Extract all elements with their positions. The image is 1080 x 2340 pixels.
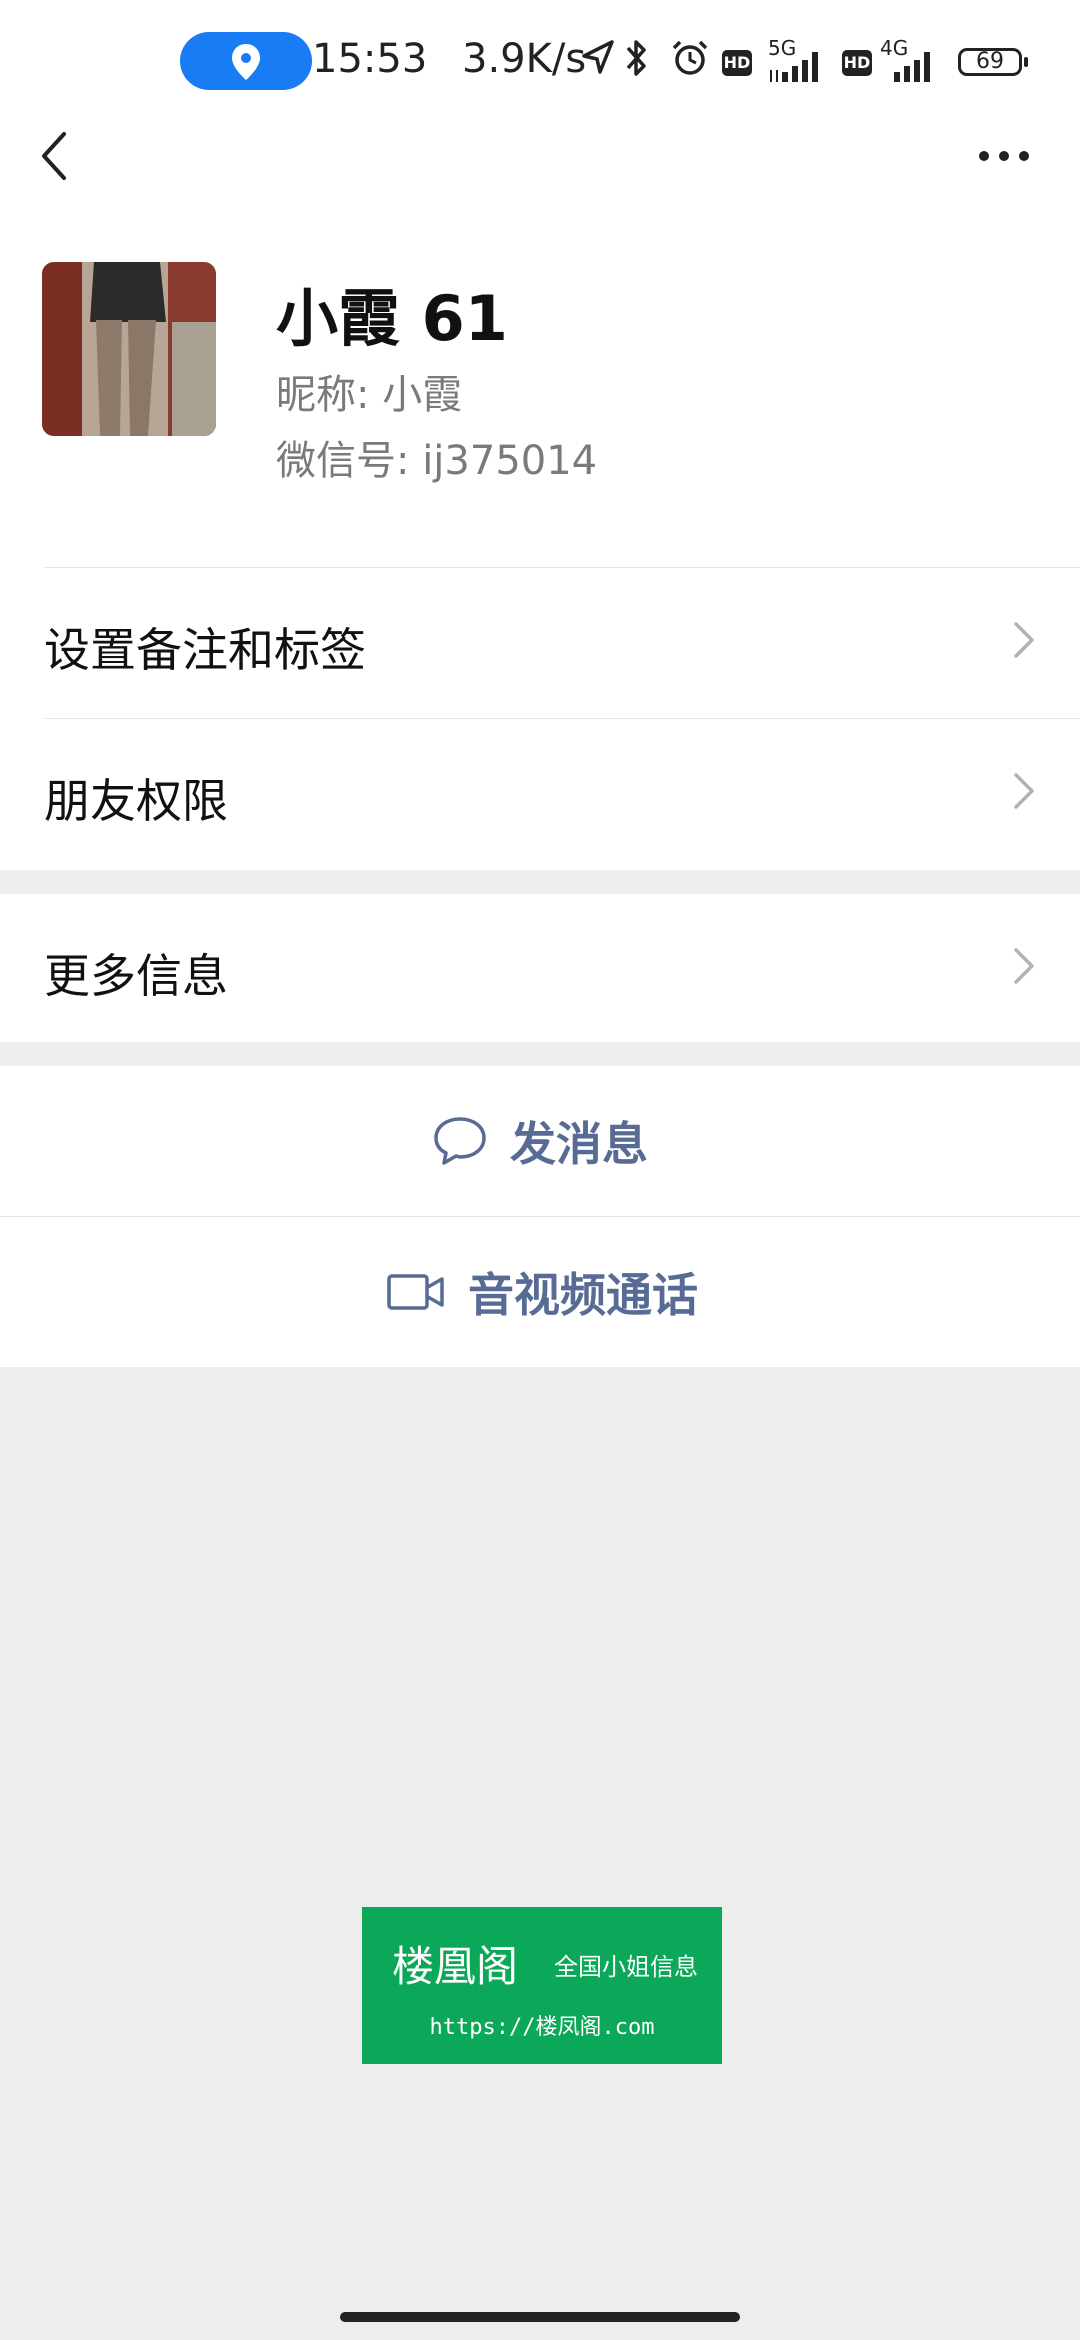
- hd-badge-1: HD: [722, 50, 752, 76]
- video-camera-icon: [387, 1274, 444, 1310]
- section-gap: [0, 1042, 1080, 1066]
- av-call-label: 音视频通话: [468, 1268, 698, 1322]
- more-info-label: 更多信息: [44, 949, 228, 1003]
- watermark-title: 楼凰阁: [392, 1942, 519, 1991]
- watermark-subtitle: 全国小姐信息: [554, 1953, 698, 1981]
- av-call-button[interactable]: 音视频通话: [0, 1217, 1080, 1367]
- alarm-icon: [672, 40, 708, 75]
- navigation-arrow-icon: [582, 40, 614, 74]
- signal-4g-icon: [894, 52, 930, 82]
- watermark-banner: 楼凰阁 全国小姐信息 https://楼凤阁.com: [362, 1907, 722, 2064]
- remark-tags-label: 设置备注和标签: [44, 623, 366, 677]
- friend-permissions-label: 朋友权限: [44, 774, 228, 828]
- network-speed: 3.9K/s: [462, 36, 587, 82]
- more-info-row[interactable]: 更多信息: [0, 894, 1080, 1042]
- status-bar: 15:53 3.9K/s HD 5G HD 4G 69: [0, 0, 1080, 124]
- watermark-url: https://楼凤阁.com: [429, 2015, 655, 2040]
- back-arrow-icon[interactable]: [36, 126, 76, 186]
- chevron-right-icon: [1014, 948, 1034, 984]
- chevron-right-icon: [1014, 622, 1034, 658]
- section-gap: [0, 870, 1080, 894]
- friend-permissions-row[interactable]: 朋友权限: [0, 719, 1080, 867]
- contact-nickname: 昵称: 小霞: [276, 372, 463, 418]
- chevron-right-icon: [1014, 773, 1034, 809]
- more-options-icon[interactable]: [976, 138, 1032, 174]
- location-pin-icon: [232, 44, 260, 80]
- signal-5g-icon: [770, 52, 818, 82]
- status-time: 15:53: [312, 36, 428, 82]
- hd-badge-2: HD: [842, 50, 872, 76]
- avatar[interactable]: [42, 262, 216, 436]
- contact-name: 小霞 61: [276, 282, 508, 355]
- remark-tags-row[interactable]: 设置备注和标签: [0, 568, 1080, 716]
- avatar-photo: [42, 262, 216, 436]
- home-indicator[interactable]: [340, 2312, 740, 2322]
- location-indicator[interactable]: [180, 32, 312, 90]
- bluetooth-icon: [626, 40, 646, 76]
- send-message-label: 发消息: [510, 1117, 648, 1171]
- contact-wechat-id: 微信号: ij375014: [276, 438, 598, 484]
- battery-indicator: 69: [958, 48, 1028, 76]
- send-message-button[interactable]: 发消息: [0, 1066, 1080, 1216]
- chat-bubble-icon: [434, 1117, 486, 1165]
